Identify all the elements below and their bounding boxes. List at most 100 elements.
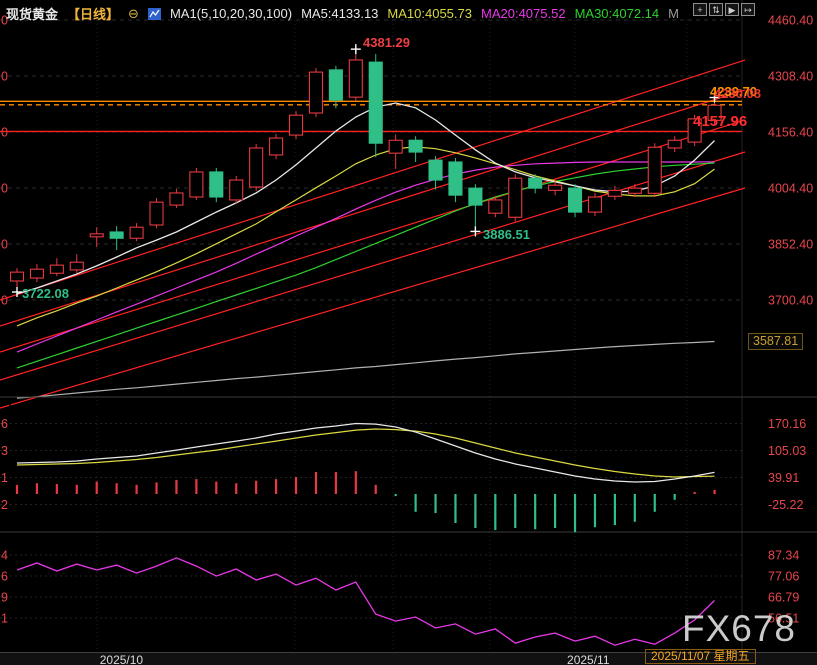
rsi3-value: RSI3:65.09: [249, 536, 314, 551]
candle-body: [250, 148, 263, 187]
candle-body: [329, 70, 342, 100]
candle-body: [429, 160, 442, 180]
price-axis-label: 4308.40: [768, 70, 813, 84]
candle-body: [90, 234, 103, 237]
rsi1-value: RSI1:65.09: [99, 536, 164, 551]
pan-icon[interactable]: +: [693, 3, 707, 16]
candle-body: [469, 188, 482, 205]
left-axis-digit: 0: [1, 182, 8, 196]
candle-body: [290, 115, 303, 135]
candle-body: [210, 172, 223, 197]
ma30-value: MA30:4072.14: [575, 6, 660, 21]
candle-body: [130, 227, 143, 238]
current-date-label: 2025/11/07 星期五: [645, 649, 756, 664]
ma-group-label: MA1(5,10,20,30,100): [170, 6, 292, 21]
rsi-header: RSI(14,14,14) RSI1:65.09 RSI2:65.09 RSI3…: [8, 536, 314, 551]
rsi2-value: RSI2:65.09: [174, 536, 239, 551]
candle-body: [70, 262, 83, 270]
macd-value: MACD:18.34: [256, 401, 330, 416]
ma100-price-tag: 3587.81: [748, 333, 803, 350]
zoom-range-icon[interactable]: ⇅: [709, 3, 723, 16]
collapse-icon[interactable]: ⊖: [128, 6, 139, 22]
macd-params: MACD(26,12,9): [8, 401, 98, 416]
candle-body: [230, 180, 243, 200]
dea-line: [17, 429, 715, 477]
left-axis-digit: 6: [1, 417, 8, 431]
ma100-line: [17, 342, 715, 399]
play-forward-icon[interactable]: ▶: [725, 3, 739, 16]
macd-axis-label: -25.22: [768, 498, 803, 512]
rsi-axis-label: 77.06: [768, 570, 799, 584]
left-axis-digit: 0: [1, 126, 8, 140]
macd-axis-label: 105.03: [768, 444, 806, 458]
price-axis-label: 3852.40: [768, 238, 813, 252]
symbol-title: 现货黄金: [6, 4, 58, 23]
candle-body: [110, 232, 123, 238]
price-axis-label: 4004.40: [768, 182, 813, 196]
dif-line: [17, 424, 715, 483]
macd-header: MACD(26,12,9) DIFF:52.09 DEA:42.92 MACD:…: [8, 401, 331, 416]
candle-body: [628, 188, 641, 193]
level-price-label-2: 4230.08: [714, 86, 761, 101]
m-label: M: [668, 6, 679, 21]
low-price-label: 3886.51: [483, 227, 530, 242]
ma5-value: MA5:4133.13: [301, 6, 378, 21]
left-axis-digit: 9: [1, 590, 8, 604]
left-axis-digit: 2: [1, 498, 8, 512]
macd-axis-label: 39.91: [768, 471, 799, 485]
candle-body: [588, 197, 601, 212]
candle-body: [309, 72, 322, 113]
candle-body: [529, 178, 542, 188]
first-low-label: 3722.08: [22, 286, 69, 301]
left-axis-digit: 4: [1, 549, 8, 563]
candle-body: [489, 200, 502, 213]
rsi-line: [17, 558, 715, 645]
chart-toolbar: +⇅▶↦: [693, 3, 755, 16]
jump-latest-icon[interactable]: ↦: [741, 3, 755, 16]
price-axis-label: 3700.40: [768, 294, 813, 308]
ma10-value: MA10:4055.73: [387, 6, 472, 21]
candlestick-mini-icon[interactable]: [148, 8, 161, 20]
candle-body: [369, 62, 382, 143]
price-axis-label: 4460.40: [768, 14, 813, 28]
trendline: [0, 188, 745, 408]
month-tick-nov: 2025/11: [567, 653, 610, 665]
candle-body: [11, 272, 24, 281]
candle-body: [569, 188, 582, 212]
left-axis-digit: 0: [1, 238, 8, 252]
left-axis-digit: 1: [1, 471, 8, 485]
rsi-axis-label: 87.34: [768, 549, 799, 563]
candle-body: [349, 60, 362, 97]
candle-body: [150, 202, 163, 225]
macd-axis-label: 170.16: [768, 417, 806, 431]
candle-body: [668, 140, 681, 148]
candle-body: [449, 162, 462, 195]
high-price-label: 4381.29: [363, 35, 410, 50]
candle-body: [509, 178, 522, 217]
left-axis-digit: 3: [1, 444, 8, 458]
candle-body: [648, 147, 661, 193]
left-axis-digit: 6: [1, 570, 8, 584]
ma20-value: MA20:4075.52: [481, 6, 566, 21]
candle-body: [190, 172, 203, 197]
rsi-axis-label: 66.79: [768, 590, 799, 604]
interval-label[interactable]: 【日线】: [67, 4, 119, 23]
candle-body: [30, 269, 43, 278]
month-tick-oct: 2025/10: [100, 653, 143, 665]
candle-body: [409, 140, 422, 152]
candle-body: [608, 190, 621, 196]
left-axis-digit: 1: [1, 611, 8, 625]
hline-price-label: 4157.96: [693, 113, 747, 130]
candle-body: [170, 193, 183, 205]
watermark: FX678: [682, 608, 796, 650]
candle-body: [549, 185, 562, 190]
rsi-params: RSI(14,14,14): [8, 536, 89, 551]
price-axis-label: 4156.40: [768, 126, 813, 140]
left-axis-digit: 0: [1, 294, 8, 308]
trading-chart-window: { "header": { "title": "现货黄金", "period":…: [0, 0, 817, 665]
chart-canvas[interactable]: 4460.40 0 4308.40 0 4156.40 0 4004.40 0 3852.40 0…: [0, 0, 817, 665]
left-axis-digit: 0: [1, 70, 8, 84]
diff-value: DIFF:52.09: [108, 401, 173, 416]
candle-body: [50, 265, 63, 273]
dea-value: DEA:42.92: [183, 401, 246, 416]
